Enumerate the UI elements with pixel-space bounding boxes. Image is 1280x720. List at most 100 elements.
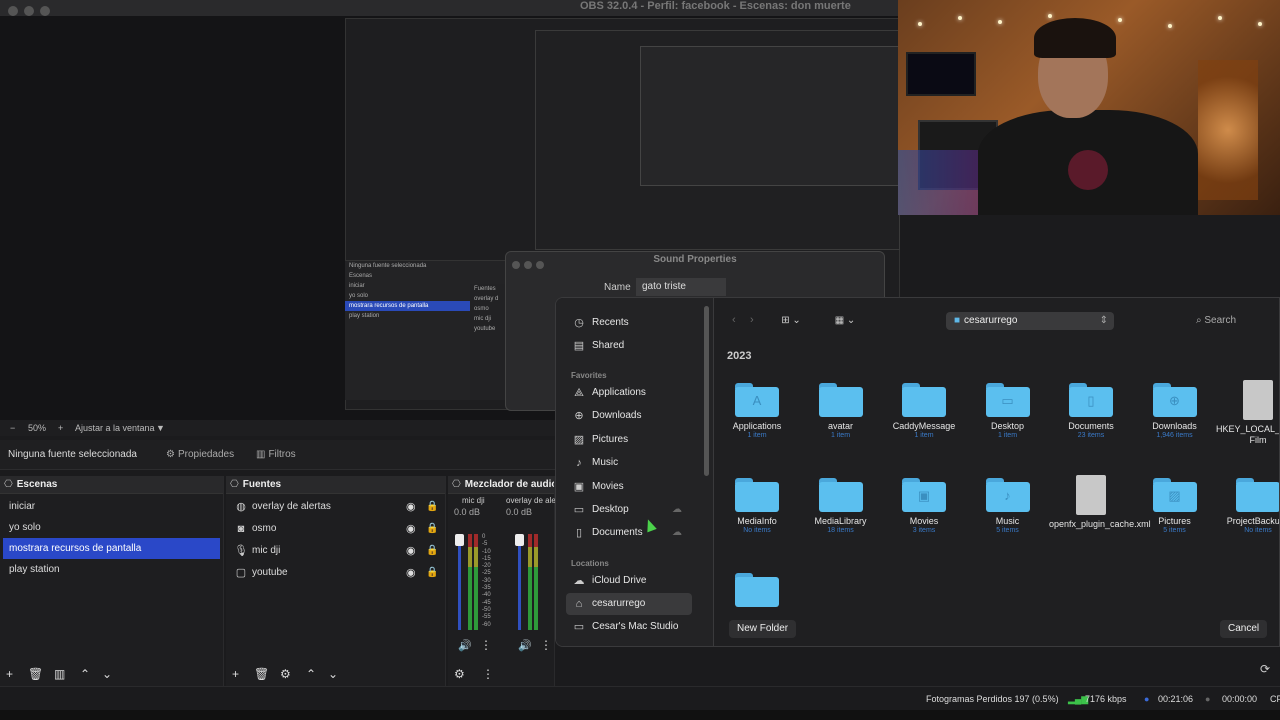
search-placeholder: Search — [1204, 315, 1237, 326]
trash-icon[interactable]: 🗑 — [254, 667, 269, 681]
more-icon[interactable]: ⋮ — [482, 667, 494, 681]
lock-icon[interactable]: 🔒 — [426, 540, 438, 562]
source-label: youtube — [252, 567, 288, 578]
folder-item[interactable]: CaddyMessage 1 item — [882, 383, 966, 439]
scene-item[interactable]: iniciar — [0, 496, 223, 517]
folder-item[interactable]: A Applications 1 item — [715, 383, 799, 439]
gear-icon[interactable]: ⚙ — [454, 667, 465, 681]
lock-icon[interactable]: 🔒 — [426, 496, 438, 518]
folder-item[interactable] — [715, 573, 799, 607]
chevron-up-icon[interactable]: ⌃ — [306, 667, 316, 681]
search-field[interactable]: ⌕ Search — [1196, 312, 1279, 330]
gear-icon[interactable]: ⚙ — [280, 667, 291, 681]
file-item[interactable]: openfx_plugin_cache.xml — [1049, 475, 1151, 530]
folder-item[interactable]: ♪ Music 5 items — [966, 478, 1050, 534]
download-icon: ⊕ — [574, 410, 584, 422]
zoom-bar: − 50% + Ajustar a la ventana ▼ — [0, 420, 555, 436]
sidebar-item-downloads[interactable]: ⊕ Downloads — [566, 405, 692, 427]
slider-knob[interactable] — [515, 534, 524, 546]
folder-item[interactable]: ▨ Pictures 5 items — [1133, 478, 1217, 534]
lock-icon[interactable]: 🔒 — [426, 518, 438, 540]
location-dropdown[interactable]: ■ cesarurrego ⇕ — [946, 312, 1114, 330]
item-count: 1 item — [914, 432, 934, 439]
refresh-icon[interactable]: ⟳ — [1260, 662, 1270, 676]
folder-icon: ▨ — [1152, 478, 1197, 512]
source-item[interactable]: 🎙 mic dji ◉ 🔒 — [226, 540, 445, 562]
properties-button[interactable]: ⚙ Propiedades — [160, 445, 240, 465]
live-icon: ● — [1144, 694, 1150, 704]
sidebar-item-desktop[interactable]: ▭ Desktop ☁ — [566, 499, 692, 521]
file-name: Downloads — [1152, 421, 1197, 431]
folder-item[interactable]: ▭ Desktop 1 item — [966, 383, 1050, 439]
lock-icon[interactable]: 🔒 — [426, 562, 438, 584]
chevron-down-icon[interactable]: ▼ — [156, 420, 165, 436]
folder-item[interactable]: avatar 1 item — [799, 383, 883, 439]
zoom-in-button[interactable]: + — [58, 420, 63, 436]
folder-item[interactable]: ⊕ Downloads 1,946 items — [1133, 383, 1217, 439]
sidebar-item-movies[interactable]: ▣ Movies — [566, 476, 692, 498]
sidebar-item-mac-studio[interactable]: ▭ Cesar's Mac Studio — [566, 616, 692, 638]
eye-icon[interactable]: ◉ — [406, 562, 416, 584]
folder-item[interactable]: ProjectBackupsNo items — [1216, 478, 1279, 534]
file-item[interactable]: HKEY_LOCAL_MACHINE\...e Film — [1216, 380, 1279, 446]
speaker-icon[interactable]: 🔊 — [518, 639, 532, 652]
folder-item[interactable]: MediaInfo No items — [715, 478, 799, 534]
filters-button[interactable]: ▥ Filtros — [250, 445, 302, 465]
cloud-icon: ☁ — [672, 504, 682, 515]
zoom-out-button[interactable]: − — [10, 420, 15, 436]
add-source-button[interactable]: + — [232, 667, 239, 681]
window-title: OBS 32.0.4 - Perfil: facebook - Escenas:… — [580, 0, 851, 12]
source-item[interactable]: ◍ overlay de alertas ◉ 🔒 — [226, 496, 445, 518]
sidebar-scrollbar[interactable] — [704, 306, 709, 476]
applications-icon: ⟁ — [574, 387, 584, 399]
sidebar-item-documents[interactable]: ▯ Documents ☁ — [566, 522, 692, 544]
sidebar-item-shared[interactable]: ▤ Shared — [566, 335, 692, 357]
icon-view-button[interactable]: ⊞ ⌄ — [768, 312, 814, 330]
eye-icon[interactable]: ◉ — [406, 518, 416, 540]
file-name: Pictures — [1158, 516, 1191, 526]
filter-icon[interactable]: ▥ — [54, 667, 65, 681]
slider-knob[interactable] — [455, 534, 464, 546]
source-item[interactable]: ◙ osmo ◉ 🔒 — [226, 518, 445, 540]
eye-icon[interactable]: ◉ — [406, 496, 416, 518]
volume-slider[interactable] — [455, 534, 464, 630]
volume-slider[interactable] — [515, 534, 524, 630]
add-scene-button[interactable]: + — [6, 667, 13, 681]
sidebar-item-icloud[interactable]: ☁ iCloud Drive — [566, 570, 692, 592]
folder-item[interactable]: ▯ Documents 23 items — [1049, 383, 1133, 439]
sidebar-item-music[interactable]: ♪ Music — [566, 452, 692, 474]
speaker-icon[interactable]: 🔊 — [458, 639, 472, 652]
folder-item[interactable]: ▣ Movies 3 items — [882, 478, 966, 534]
sidebar-item-applications[interactable]: ⟁ Applications — [566, 382, 692, 404]
meter-tick: -30 — [482, 577, 491, 584]
obs-window: OBS 32.0.4 - Perfil: facebook - Escenas:… — [0, 0, 1280, 720]
chevron-down-icon[interactable]: ⌄ — [328, 667, 338, 681]
sidebar-label: Downloads — [592, 410, 642, 421]
more-icon[interactable]: ⋮ — [540, 638, 552, 652]
chevron-down-icon[interactable]: ⌄ — [102, 667, 112, 681]
sidebar-item-pictures[interactable]: ▨ Pictures — [566, 429, 692, 451]
folder-item[interactable]: MediaLibrary 18 items — [799, 478, 883, 534]
fit-window-label[interactable]: Ajustar a la ventana — [75, 420, 155, 436]
eye-icon[interactable]: ◉ — [406, 540, 416, 562]
group-view-button[interactable]: ▦ ⌄ — [822, 312, 868, 330]
more-icon[interactable]: ⋮ — [480, 638, 492, 652]
scene-item[interactable]: yo solo — [0, 517, 223, 538]
source-item[interactable]: ▢ youtube ◉ 🔒 — [226, 562, 445, 584]
dock-icon: ⎔ — [452, 479, 461, 490]
sidebar-item-home[interactable]: ⌂ cesarurrego — [566, 593, 692, 615]
meter-tick: -10 — [482, 548, 491, 555]
mini-nosel: Ninguna fuente seleccionada — [349, 263, 427, 269]
chevron-up-icon[interactable]: ⌃ — [80, 667, 90, 681]
scene-item[interactable]: play station — [0, 559, 223, 580]
name-field[interactable]: gato triste — [636, 278, 726, 296]
sidebar-item-recents[interactable]: ◷ Recents — [566, 312, 692, 334]
new-folder-button[interactable]: New Folder — [729, 620, 797, 638]
forward-icon[interactable]: › — [750, 314, 754, 326]
scene-item[interactable]: mostrara recursos de pantalla — [3, 538, 220, 559]
trash-icon[interactable]: 🗑 — [28, 667, 43, 681]
file-name: MediaLibrary — [814, 516, 867, 526]
back-icon[interactable]: ‹ — [732, 314, 736, 326]
cancel-button[interactable]: Cancel — [1220, 620, 1268, 638]
scenes-dock: ⎔ Escenas iniciar yo solo mostrara recursos… — [0, 476, 224, 686]
